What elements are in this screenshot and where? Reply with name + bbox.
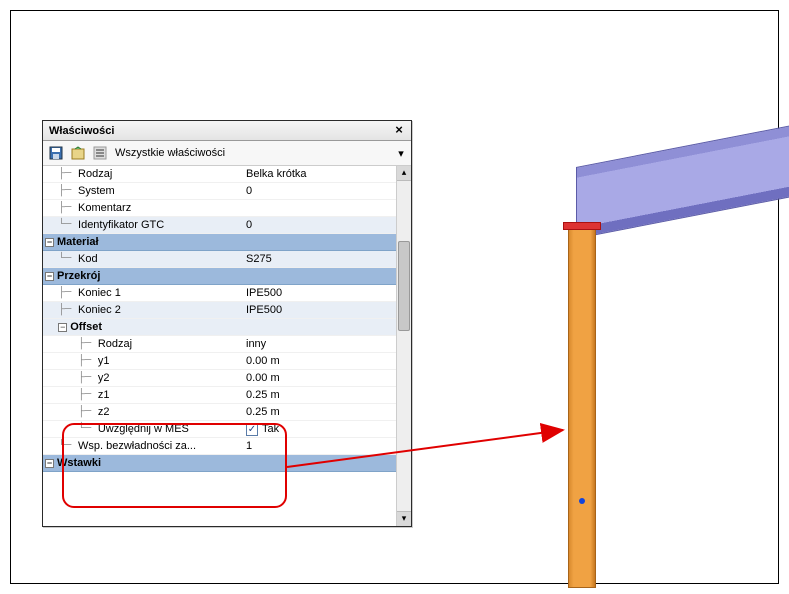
section-label: Przekrój (57, 270, 100, 282)
row-system[interactable]: ├─ System 0 (43, 183, 396, 200)
column-vertical (568, 228, 596, 588)
row-z1[interactable]: ├─ z1 0.25 m (43, 387, 396, 404)
prop-value[interactable]: 0.25 m (240, 389, 396, 401)
filter-icon[interactable] (91, 144, 109, 162)
scroll-down-button[interactable]: ▾ (397, 511, 411, 526)
panel-toolbar: Wszystkie właściwości ▾ (43, 141, 411, 166)
row-z2[interactable]: ├─ z2 0.25 m (43, 404, 396, 421)
prop-value[interactable]: 0.00 m (240, 355, 396, 367)
panel-titlebar[interactable]: Właściwości × (43, 121, 411, 141)
column-cap (563, 222, 601, 230)
row-mes[interactable]: └─ Uwzględnij w MES ✓Tak (43, 421, 396, 438)
property-grid: ├─ Rodzaj Belka krótka ├─ System 0 ├─ Ko… (43, 166, 396, 472)
prop-label: z1 (98, 389, 110, 401)
collapse-icon[interactable]: − (45, 459, 54, 468)
row-off-rodzaj[interactable]: ├─ Rodzaj inny (43, 336, 396, 353)
section-przekroj[interactable]: −Przekrój (43, 268, 396, 285)
properties-panel: Właściwości × Wszystkie właściwości ▾ ├─… (42, 120, 412, 527)
prop-label: y2 (98, 372, 110, 384)
row-offset-header[interactable]: −Offset (43, 319, 396, 336)
beam-horizontal (576, 124, 789, 239)
prop-value[interactable]: IPE500 (240, 287, 396, 299)
row-rodzaj[interactable]: ├─ Rodzaj Belka krótka (43, 166, 396, 183)
prop-value[interactable]: inny (240, 338, 396, 350)
scroll-up-button[interactable]: ▴ (397, 166, 411, 181)
prop-label: System (78, 185, 115, 197)
row-wsp[interactable]: └─ Wsp. bezwładności za... 1 (43, 438, 396, 455)
collapse-icon[interactable]: − (45, 238, 54, 247)
close-button[interactable]: × (391, 124, 407, 138)
prop-label: Uwzględnij w MES (98, 423, 189, 435)
row-kod[interactable]: └─ Kod S275 (43, 251, 396, 268)
checkbox-icon[interactable]: ✓ (246, 424, 258, 436)
prop-label: Koniec 1 (78, 287, 121, 299)
load-icon[interactable] (69, 144, 87, 162)
collapse-icon[interactable]: − (58, 323, 67, 332)
scroll-thumb[interactable] (398, 241, 410, 331)
panel-title-text: Właściwości (49, 125, 114, 137)
prop-value[interactable]: Belka krótka (240, 168, 396, 180)
row-koniec1[interactable]: ├─ Koniec 1 IPE500 (43, 285, 396, 302)
node-marker (579, 498, 585, 504)
prop-label: Wsp. bezwładności za... (78, 440, 196, 452)
prop-label: Kod (78, 253, 98, 265)
prop-value[interactable]: 0.25 m (240, 406, 396, 418)
prop-label: Rodzaj (98, 338, 132, 350)
section-label: Wstawki (57, 457, 101, 469)
toolbar-dropdown[interactable]: ▾ (395, 147, 407, 160)
prop-value[interactable]: 0 (240, 219, 396, 231)
scroll-track[interactable] (397, 181, 411, 511)
prop-label: z2 (98, 406, 110, 418)
row-y2[interactable]: ├─ y2 0.00 m (43, 370, 396, 387)
row-komentarz[interactable]: ├─ Komentarz (43, 200, 396, 217)
row-y1[interactable]: ├─ y1 0.00 m (43, 353, 396, 370)
prop-label: Rodzaj (78, 168, 112, 180)
section-label: Materiał (57, 236, 99, 248)
prop-value[interactable]: ✓Tak (240, 423, 396, 436)
row-idgtc[interactable]: └─ Identyfikator GTC 0 (43, 217, 396, 234)
prop-value[interactable]: 0.00 m (240, 372, 396, 384)
prop-value[interactable]: IPE500 (240, 304, 396, 316)
prop-label: Koniec 2 (78, 304, 121, 316)
prop-label: Identyfikator GTC (78, 219, 164, 231)
prop-value[interactable]: 1 (240, 440, 396, 452)
prop-value[interactable]: 0 (240, 185, 396, 197)
vertical-scrollbar[interactable]: ▴ ▾ (396, 166, 411, 526)
prop-label: Offset (70, 321, 102, 333)
prop-value[interactable]: S275 (240, 253, 396, 265)
toolbar-filter-label: Wszystkie właściwości (113, 147, 391, 159)
row-koniec2[interactable]: ├─ Koniec 2 IPE500 (43, 302, 396, 319)
save-icon[interactable] (47, 144, 65, 162)
prop-label: Komentarz (78, 202, 131, 214)
section-material[interactable]: −Materiał (43, 234, 396, 251)
collapse-icon[interactable]: − (45, 272, 54, 281)
section-wstawki[interactable]: −Wstawki (43, 455, 396, 472)
prop-label: y1 (98, 355, 110, 367)
